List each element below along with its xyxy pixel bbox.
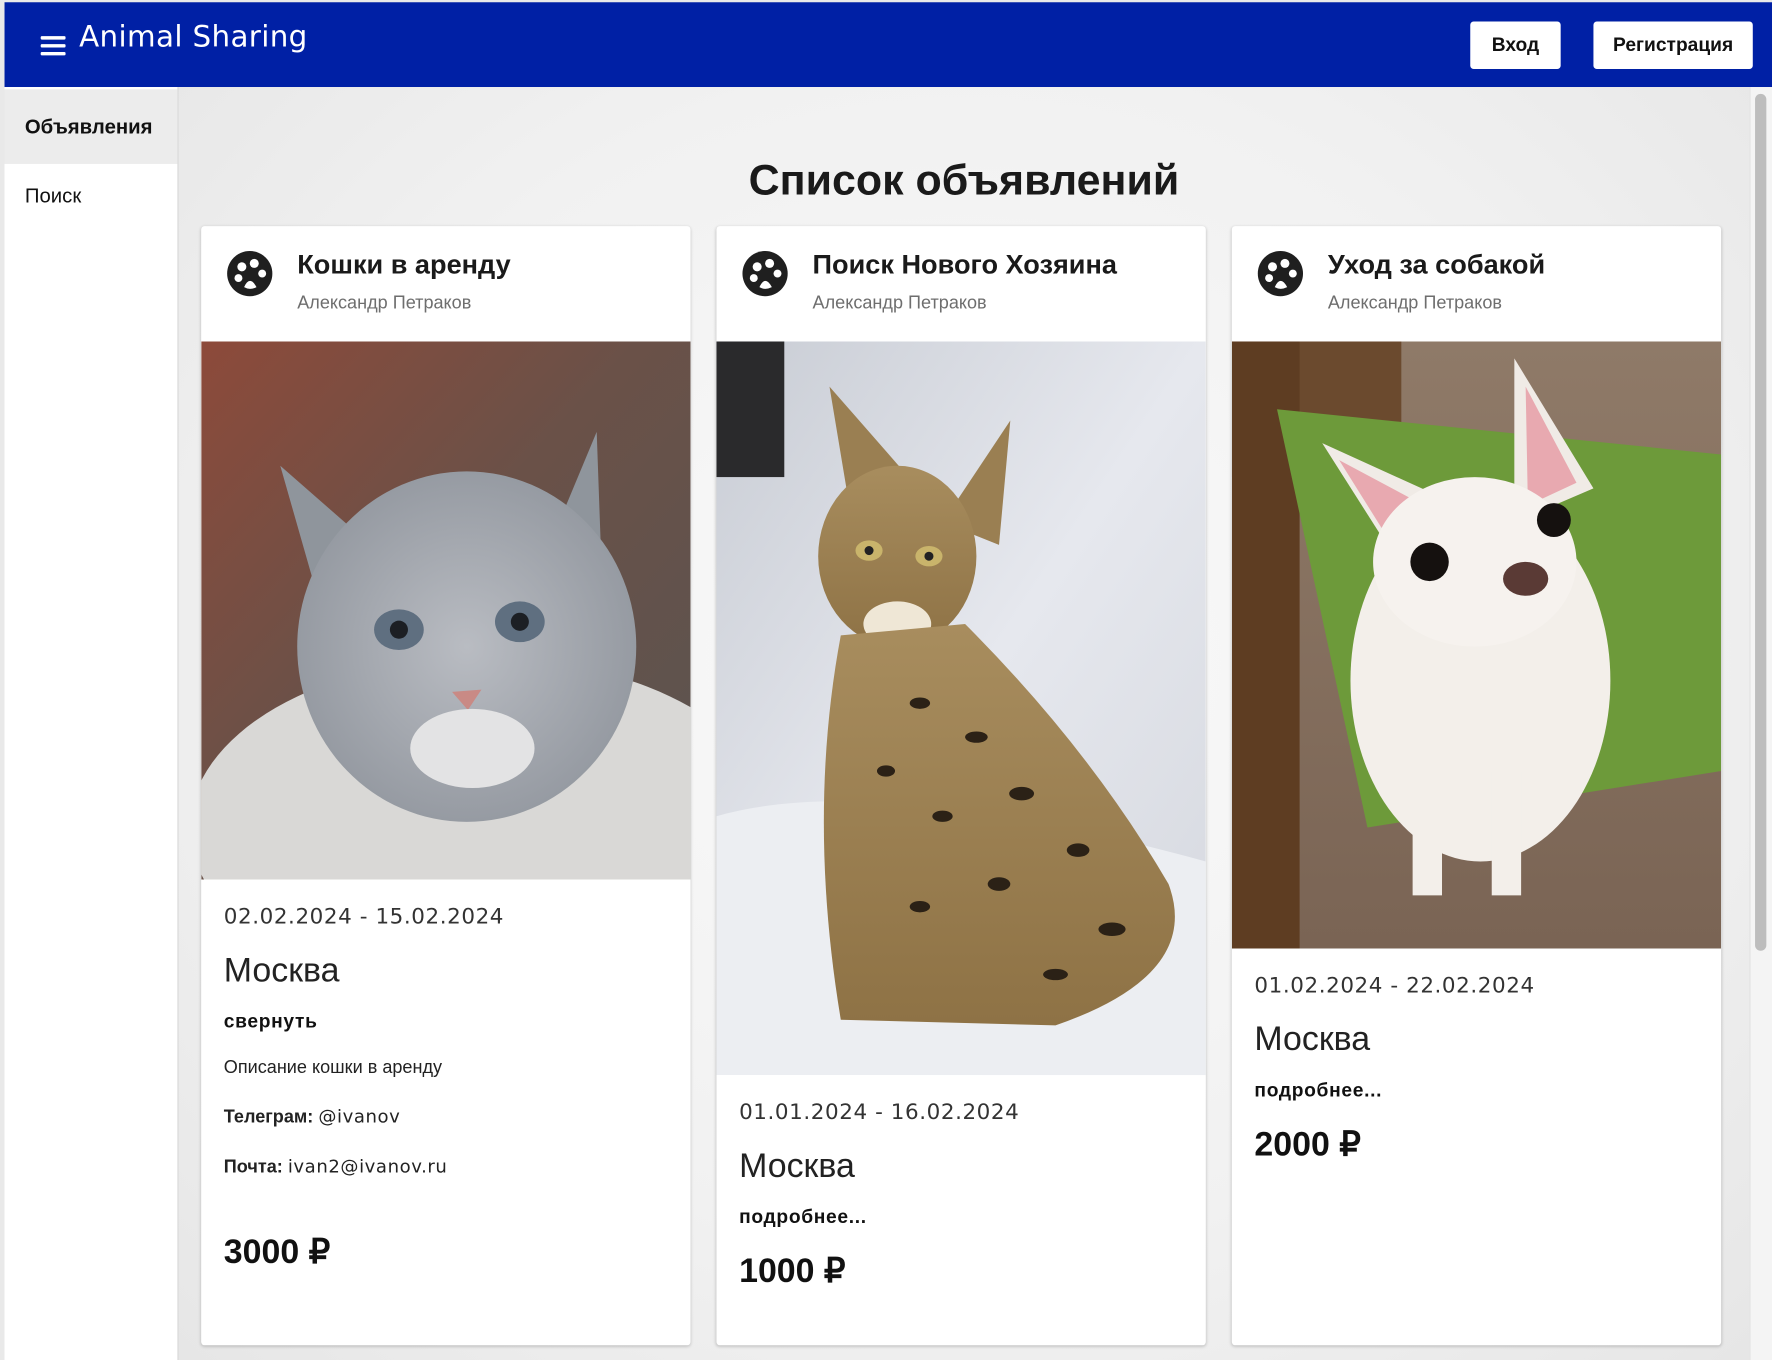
card-header: Кошки в аренду Александр Петраков xyxy=(201,226,690,341)
chihuahua-photo xyxy=(1231,341,1722,949)
card-description: Описание кошки в аренду xyxy=(223,1058,443,1078)
card-city: Москва xyxy=(739,1147,855,1185)
listing-card: Кошки в аренду Александр Петраков 02.02.… xyxy=(201,226,691,1346)
card-city: Москва xyxy=(223,951,340,990)
pets-icon xyxy=(1257,250,1304,297)
menu-icon[interactable] xyxy=(38,32,67,59)
main-content: Список объявлений Кошки в аренду Алексан… xyxy=(178,87,1750,1360)
card-header: Поиск Нового Хозяина Александр Петраков xyxy=(716,226,1205,341)
more-link[interactable]: подробнее... xyxy=(1254,1080,1698,1103)
collapse-link[interactable]: свернуть xyxy=(224,1011,668,1034)
card-header: Уход за собакой Александр Петраков xyxy=(1232,226,1721,341)
card-price: 1000 ₽ xyxy=(739,1252,846,1290)
sidebar: Объявления Поиск xyxy=(4,87,179,1360)
scrollbar-thumb[interactable] xyxy=(1755,93,1767,951)
card-dates: 01.02.2024 - 22.02.2024 xyxy=(1254,973,1535,999)
login-button[interactable]: Вход xyxy=(1470,21,1561,69)
card-title: Поиск Нового Хозяина xyxy=(812,249,1117,281)
card-dates: 02.02.2024 - 15.02.2024 xyxy=(223,904,505,930)
serval-cat-photo xyxy=(716,341,1206,1076)
more-link[interactable]: подробнее... xyxy=(739,1206,1183,1229)
card-author: Александр Петраков xyxy=(297,293,472,314)
sidebar-item-search[interactable]: Поиск xyxy=(5,164,178,227)
listing-card: Уход за собакой Александр Петраков 01.02… xyxy=(1231,226,1722,1346)
page-title: Список объявлений xyxy=(748,157,1180,205)
telegram-label: Телеграм: xyxy=(223,1107,314,1128)
email-label: Почта: xyxy=(223,1157,283,1177)
card-city: Москва xyxy=(1254,1020,1371,1059)
telegram-contact: Телеграм: @ivanov xyxy=(224,1106,668,1129)
register-button[interactable]: Регистрация xyxy=(1593,21,1753,69)
pets-icon xyxy=(742,250,788,297)
app-title: Animal Sharing xyxy=(79,20,308,55)
app-bar: Animal Sharing Вход Регистрация xyxy=(4,2,1772,88)
pets-icon xyxy=(227,250,273,297)
card-author: Александр Петраков xyxy=(812,293,987,314)
scrollbar[interactable] xyxy=(1749,87,1772,1360)
email-value: ivan2@ivanov.ru xyxy=(287,1155,448,1177)
card-price: 2000 ₽ xyxy=(1254,1125,1361,1164)
app-window: Animal Sharing Вход Регистрация Объявлен… xyxy=(0,0,1772,1360)
card-title: Уход за собакой xyxy=(1327,249,1546,281)
card-dates: 01.01.2024 - 16.02.2024 xyxy=(739,1099,1020,1125)
telegram-value: @ivanov xyxy=(318,1105,401,1128)
card-author: Александр Петраков xyxy=(1327,293,1502,314)
email-contact: Почта: ivan2@ivanov.ru xyxy=(224,1155,668,1178)
card-price: 3000 ₽ xyxy=(223,1233,331,1271)
sidebar-item-listings[interactable]: Объявления xyxy=(4,89,178,164)
listing-card: Поиск Нового Хозяина Александр Петраков xyxy=(716,226,1206,1346)
card-title: Кошки в аренду xyxy=(297,249,511,281)
grey-cat-photo xyxy=(201,341,691,880)
